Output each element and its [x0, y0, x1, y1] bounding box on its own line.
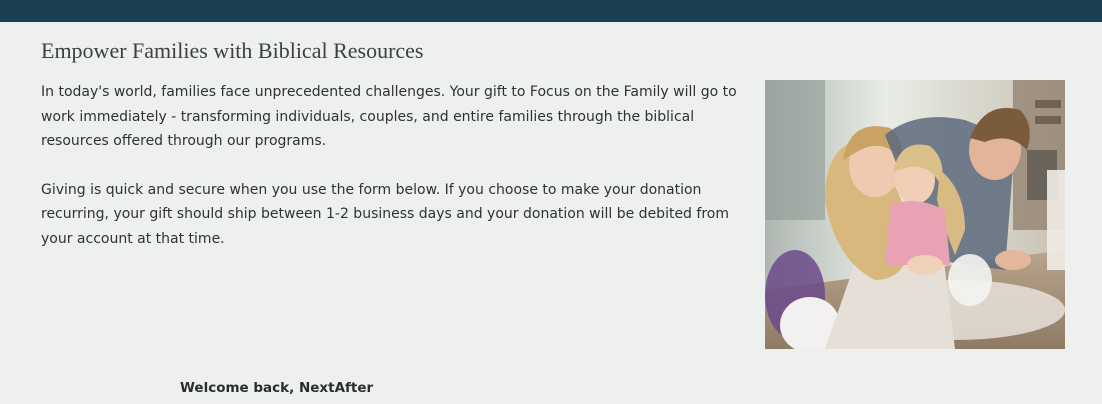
top-header-bar	[0, 0, 1102, 22]
intro-copy: In today's world, families face unpreced…	[41, 80, 761, 251]
intro-paragraph-2: Giving is quick and secure when you use …	[41, 181, 729, 247]
page-heading: Empower Families with Biblical Resources	[41, 38, 424, 63]
family-photo-illustration	[765, 80, 1065, 349]
welcome-back-message: Welcome back, NextAfter	[180, 380, 374, 396]
family-baking-photo	[765, 80, 1065, 349]
intro-paragraph-1: In today's world, families face unpreced…	[41, 84, 737, 149]
